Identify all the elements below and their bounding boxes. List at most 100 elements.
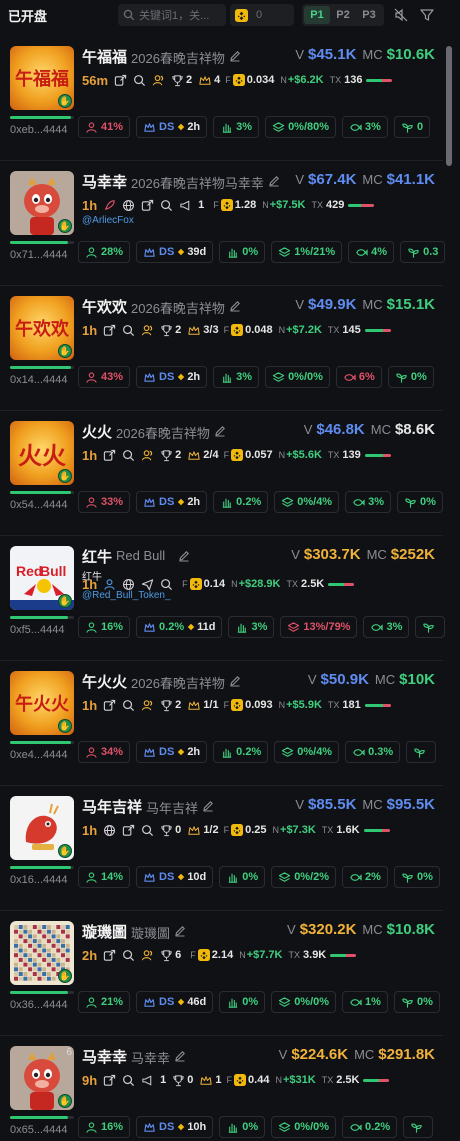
token-address[interactable]: 0xe4...4444 [10, 749, 68, 761]
twitter-handle[interactable]: @ArliecFox [82, 215, 134, 226]
user-icon[interactable] [103, 578, 116, 591]
globe-icon[interactable] [122, 578, 135, 591]
rocket-icon[interactable] [103, 199, 116, 212]
stat-chip-layers[interactable]: 0%/4% [274, 491, 340, 513]
token-card[interactable]: 午福福 ✋ 0xeb...4444 午福福 2026春晚吉祥物 V $45.1K MC $10.… [0, 36, 443, 161]
token-avatar[interactable]: ✋ [10, 796, 74, 860]
stat-chip-dev[interactable]: DS 10d [136, 866, 214, 888]
token-avatar[interactable]: ✋ 6 [10, 1046, 74, 1110]
stat-chip-fish[interactable]: 4% [348, 241, 395, 263]
stat-chip-layers[interactable]: 0%/80% [265, 116, 337, 138]
token-name[interactable]: 午福福 [82, 46, 127, 67]
edit-icon[interactable] [174, 925, 186, 940]
stat-chip-dev[interactable]: DS 10h [136, 1116, 214, 1138]
scrollbar[interactable] [446, 36, 452, 1141]
token-name[interactable]: 午火火 [82, 671, 127, 692]
token-avatar[interactable]: 火火 ✋ [10, 421, 74, 485]
edit-icon[interactable] [229, 675, 241, 690]
stat-chip-fish[interactable]: 2% [342, 866, 388, 888]
stat-chip-hand[interactable]: 0% [219, 866, 266, 888]
stat-chip-hand[interactable]: 0% [219, 241, 266, 263]
stat-chip-hand[interactable]: 0% [219, 1116, 266, 1138]
token-address[interactable]: 0x65...4444 [10, 1124, 68, 1136]
stat-chip-user[interactable]: 33% [78, 491, 131, 513]
globe-icon[interactable] [122, 199, 135, 212]
stat-chip-dev[interactable]: 0.2% 11d [136, 616, 223, 638]
users-icon[interactable] [141, 699, 154, 712]
token-address[interactable]: 0x71...4444 [10, 249, 68, 261]
token-address[interactable]: 0x54...4444 [10, 499, 68, 511]
send-icon[interactable] [141, 578, 154, 591]
token-avatar[interactable]: Red Bull ✋ [10, 546, 74, 610]
stat-chip-fish[interactable]: 3% [363, 616, 410, 638]
share-icon[interactable] [141, 199, 154, 212]
stat-chip-dev[interactable]: DS 2h [136, 116, 208, 138]
token-address[interactable]: 0x14...4444 [10, 374, 68, 386]
token-card[interactable]: 火火 ✋ 0x54...4444 火火 2026春晚吉祥物 V $46.8K MC $8.6K 1… [0, 411, 443, 536]
stat-chip-layers[interactable]: 0%/0% [265, 366, 330, 388]
stat-chip-fish[interactable]: 0.3% [345, 741, 401, 763]
stat-chip-user[interactable]: 21% [78, 991, 131, 1013]
search-icon[interactable] [122, 949, 135, 962]
stat-chip-hand[interactable]: 3% [213, 366, 260, 388]
stat-chip-dev[interactable]: DS 2h [136, 366, 208, 388]
stat-chip-fish[interactable]: 3% [345, 491, 391, 513]
token-address[interactable]: 0x16...4444 [10, 874, 68, 886]
stat-chip-user[interactable]: 34% [78, 741, 131, 763]
share-icon[interactable] [122, 824, 135, 837]
stat-chip-layers[interactable]: 0%/0% [271, 991, 337, 1013]
page-tab-p2[interactable]: P2 [330, 6, 356, 24]
edit-icon[interactable] [214, 425, 226, 440]
stat-chip-sprout[interactable]: 0 [393, 116, 431, 138]
stat-chip-dev[interactable]: DS 46d [136, 991, 214, 1013]
token-card[interactable]: Red Bull ✋ 0xf5...4444 红牛 Red Bull V $303.7K MC $… [0, 536, 446, 661]
filter-icon[interactable] [418, 6, 436, 24]
stat-chip-fish[interactable]: 1% [342, 991, 388, 1013]
scrollbar-thumb[interactable] [446, 46, 452, 166]
token-name[interactable]: 午欢欢 [82, 296, 127, 317]
search-icon[interactable] [133, 74, 146, 87]
stat-chip-fish[interactable]: 6% [335, 366, 382, 388]
stat-chip-dev[interactable]: DS 2h [136, 741, 208, 763]
search-icon[interactable] [160, 199, 173, 212]
token-card[interactable]: 午欢欢 ✋ 0x14...4444 午欢欢 2026春晚吉祥物 V $49.9K MC $15.… [0, 286, 443, 411]
stat-chip-user[interactable]: 14% [78, 866, 131, 888]
share-icon[interactable] [103, 324, 116, 337]
token-card[interactable]: ✋ 0x16...4444 马年吉祥 马年吉祥 V $85.5K MC $95.5K 1h 0 1/… [0, 786, 443, 911]
stat-chip-fish[interactable]: 0.2% [342, 1116, 398, 1138]
mute-icon[interactable] [392, 6, 410, 24]
search-icon[interactable] [122, 449, 135, 462]
stat-chip-sprout[interactable]: 0% [397, 491, 443, 513]
share-icon[interactable] [103, 949, 116, 962]
token-name[interactable]: 红牛 [82, 546, 112, 567]
token-name[interactable]: 璇璣圖 [82, 921, 127, 942]
search-icon[interactable] [160, 578, 173, 591]
share-icon[interactable] [103, 449, 116, 462]
token-address[interactable]: 0xeb...4444 [10, 124, 68, 136]
search-icon[interactable] [141, 824, 154, 837]
search-icon[interactable] [122, 324, 135, 337]
share-icon[interactable] [114, 74, 127, 87]
globe-icon[interactable] [103, 824, 116, 837]
twitter-handle[interactable]: @Red_Bull_Token_ [82, 590, 171, 601]
share-icon[interactable] [103, 1074, 116, 1087]
users-icon[interactable] [141, 949, 154, 962]
token-avatar[interactable]: 午火火 ✋ [10, 671, 74, 735]
stat-chip-user[interactable]: 41% [78, 116, 131, 138]
token-name[interactable]: 火火 [82, 421, 112, 442]
stat-chip-layers[interactable]: 1%/21% [271, 241, 343, 263]
search-icon[interactable] [122, 699, 135, 712]
token-card[interactable]: 午火火 ✋ 0xe4...4444 午火火 2026春晚吉祥物 V $50.9K MC $10K… [0, 661, 443, 786]
page-tab-p1[interactable]: P1 [304, 6, 330, 24]
token-card[interactable]: ✋ 6 0x65...4444 马幸幸 马幸幸 V $224.6K MC $291.8K 9h 1 0… [0, 1036, 443, 1141]
stat-chip-sprout[interactable] [415, 616, 446, 638]
token-avatar[interactable]: ✋ [10, 921, 74, 985]
stat-chip-hand[interactable]: 0.2% [213, 491, 269, 513]
search-icon[interactable] [122, 1074, 135, 1087]
edit-icon[interactable] [268, 175, 280, 190]
stat-chip-layers[interactable]: 0%/2% [271, 866, 337, 888]
token-address[interactable]: 0x36...4444 [10, 999, 68, 1011]
token-avatar[interactable]: 午福福 ✋ [10, 46, 74, 110]
stat-chip-user[interactable]: 16% [78, 616, 131, 638]
edit-icon[interactable] [229, 50, 241, 65]
